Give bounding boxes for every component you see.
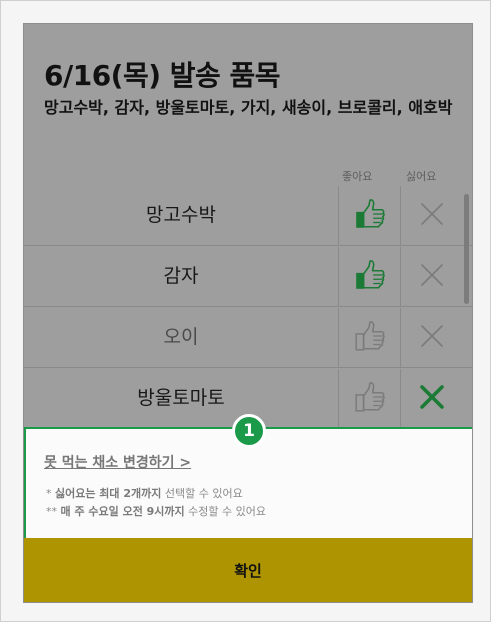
notice-panel: 1 못 먹는 채소 변경하기 > * 싫어요는 최대 2개까지 선택할 수 있어… xyxy=(24,414,472,540)
confirm-button[interactable]: 확인 xyxy=(24,538,472,602)
like-button[interactable] xyxy=(338,186,400,245)
vegetable-name: 망고수박 xyxy=(146,204,216,226)
note-text: 선택할 수 있어요 xyxy=(161,487,243,500)
note-text: 수정할 수 있어요 xyxy=(184,505,267,518)
thumbs-up-icon xyxy=(353,380,387,418)
list-item: 감자 xyxy=(24,247,472,307)
vegetable-name: 방울토마토 xyxy=(137,387,225,409)
like-button[interactable] xyxy=(338,369,400,428)
vegetable-name: 오이 xyxy=(163,326,199,348)
vegetable-list[interactable]: 망고수박 감자 오이 방울토마토 xyxy=(24,186,472,428)
dislike-column-header: 싫어요 xyxy=(406,170,437,183)
like-button[interactable] xyxy=(338,308,400,367)
dislike-button[interactable] xyxy=(400,369,462,428)
dislike-button[interactable] xyxy=(400,308,462,367)
screen-frame: 6/16(목) 발송 품목 망고수박, 감자, 방울토마토, 가지, 새송이, … xyxy=(0,0,491,622)
item-preference-modal: 6/16(목) 발송 품목 망고수박, 감자, 방울토마토, 가지, 새송이, … xyxy=(23,23,473,603)
step-badge: 1 xyxy=(232,414,266,448)
thumbs-up-icon xyxy=(353,258,387,296)
note-emphasis: 싫어요는 최대 2개까지 xyxy=(55,487,162,500)
list-item: 오이 xyxy=(24,308,472,368)
vegetable-name: 감자 xyxy=(163,265,199,287)
close-x-icon xyxy=(419,384,445,414)
notice-note-deadline: ** 매 주 수요일 오전 9시까지 수정할 수 있어요 xyxy=(46,503,266,519)
thumbs-up-icon xyxy=(353,197,387,235)
shipment-items-summary: 망고수박, 감자, 방울토마토, 가지, 새송이, 브로콜리, 애호박 xyxy=(44,98,453,117)
note-prefix: * xyxy=(46,487,55,500)
list-item: 망고수박 xyxy=(24,186,472,246)
like-button[interactable] xyxy=(338,247,400,306)
close-x-icon xyxy=(419,201,445,231)
page-title: 6/16(목) 발송 품목 xyxy=(44,59,281,92)
thumbs-up-icon xyxy=(353,319,387,357)
note-prefix: ** xyxy=(46,505,61,518)
dislike-button[interactable] xyxy=(400,186,462,245)
change-disliked-vegetables-link[interactable]: 못 먹는 채소 변경하기 > xyxy=(44,452,191,472)
close-x-icon xyxy=(419,262,445,292)
dislike-button[interactable] xyxy=(400,247,462,306)
like-column-header: 좋아요 xyxy=(342,170,373,183)
notice-note-dislike-limit: * 싫어요는 최대 2개까지 선택할 수 있어요 xyxy=(46,485,243,501)
list-scrollbar[interactable] xyxy=(464,194,469,304)
close-x-icon xyxy=(419,323,445,353)
note-emphasis: 매 주 수요일 오전 9시까지 xyxy=(60,505,185,518)
